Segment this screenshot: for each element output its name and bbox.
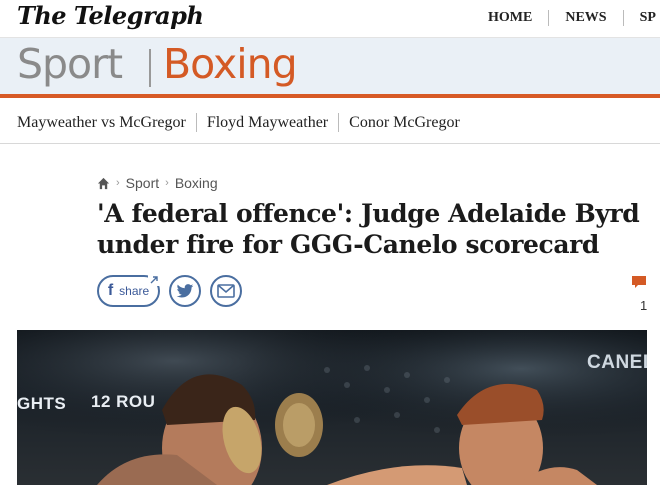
facebook-share-button[interactable]: f share: [97, 274, 160, 307]
breadcrumb-separator: ›: [116, 177, 120, 189]
top-bar: The Telegraph HOME NEWS SP: [0, 0, 660, 38]
email-icon: [217, 284, 235, 298]
section-parent-link[interactable]: Sport: [17, 40, 123, 88]
twitter-share-button[interactable]: [169, 275, 201, 307]
site-logo[interactable]: The Telegraph: [17, 1, 204, 30]
top-nav: HOME NEWS SP: [488, 10, 660, 26]
sub-nav-links: Mayweather vs McGregor Floyd Mayweather …: [17, 113, 470, 132]
breadcrumb-item-boxing[interactable]: Boxing: [175, 175, 218, 191]
sub-nav: Mayweather vs McGregor Floyd Mayweather …: [0, 102, 660, 144]
comment-icon[interactable]: [632, 276, 646, 289]
hero-image: GHTS 12 ROU CANELO: [17, 330, 647, 485]
article-headline: 'A federal offence': Judge Adelaide Byrd…: [97, 199, 640, 259]
nav-sport[interactable]: SP: [624, 10, 660, 26]
comment-count[interactable]: 1: [640, 298, 647, 313]
facebook-icon: f: [107, 282, 114, 299]
hero-text-sign-rounds: 12 ROU: [91, 392, 156, 411]
section-divider: [149, 49, 151, 87]
breadcrumb-separator: ›: [165, 177, 169, 189]
facebook-share-label: share: [119, 284, 150, 298]
section-current-title[interactable]: Boxing: [163, 40, 298, 88]
hero-text-sign-left: GHTS: [17, 394, 67, 413]
subnav-item-mayweather-vs-mcgregor[interactable]: Mayweather vs McGregor: [17, 113, 197, 132]
nav-home[interactable]: HOME: [488, 10, 550, 26]
breadcrumb-item-sport[interactable]: Sport: [126, 175, 159, 191]
twitter-icon: [176, 283, 194, 297]
subnav-item-floyd-mayweather[interactable]: Floyd Mayweather: [197, 113, 340, 132]
share-bar: f share: [97, 274, 242, 307]
breadcrumb: › Sport › Boxing: [97, 175, 218, 191]
email-share-button[interactable]: [210, 275, 242, 307]
nav-news[interactable]: NEWS: [549, 10, 624, 26]
hero-text-sign-canelo: CANELO: [587, 352, 647, 373]
section-banner: Sport Boxing: [0, 38, 660, 98]
external-arrow-icon: [148, 274, 160, 286]
home-icon[interactable]: [97, 177, 110, 190]
subnav-item-conor-mcgregor[interactable]: Conor McGregor: [339, 113, 470, 132]
